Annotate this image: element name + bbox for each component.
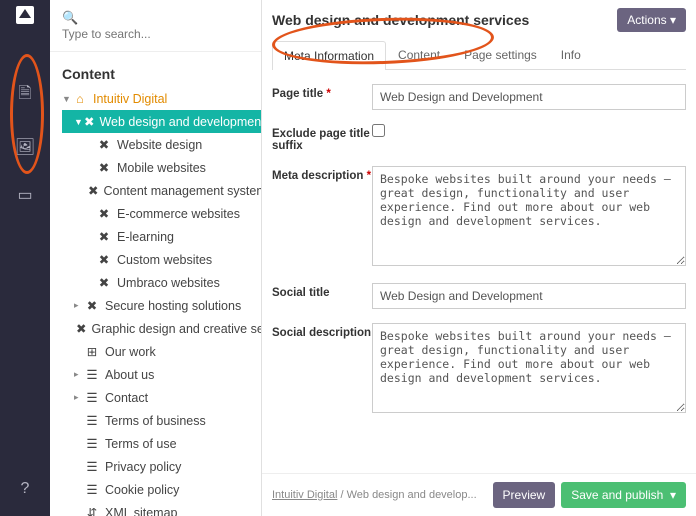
editor-pane: Web design and development services Acti… <box>262 0 696 516</box>
node-icon: ✖ <box>76 321 86 336</box>
form-area: Page title * Exclude page title suffix M… <box>262 70 696 473</box>
home-icon: ⌂ <box>72 92 88 106</box>
tree-node[interactable]: ⇵XML sitemap <box>62 501 261 516</box>
node-icon: ☰ <box>84 390 100 405</box>
tree-node[interactable]: ✖Website design <box>74 133 261 156</box>
help-icon[interactable]: ? <box>21 474 30 504</box>
left-sidebar: 🗎 🖼 ▭ ? <box>0 0 50 516</box>
node-icon: ✖ <box>84 298 100 313</box>
node-icon: ☰ <box>84 482 100 497</box>
exclude-suffix-label: Exclude page title suffix <box>272 124 372 152</box>
search-input[interactable] <box>62 27 249 41</box>
tree-node-selected[interactable]: ▼✖Web design and development services <box>62 110 261 133</box>
tree-root[interactable]: ▼⌂Intuitiv Digital <box>50 88 261 110</box>
tree-node[interactable]: ✖Mobile websites <box>74 156 261 179</box>
node-icon: ☰ <box>84 459 100 474</box>
tab-meta-information[interactable]: Meta Information <box>272 41 386 70</box>
tree-node[interactable]: ☰Privacy policy <box>62 455 261 478</box>
tools-icon: ✖ <box>88 183 98 198</box>
preview-button[interactable]: Preview <box>493 482 556 508</box>
exclude-suffix-checkbox[interactable] <box>372 124 385 137</box>
media-section-icon[interactable]: 🖼 <box>15 131 35 163</box>
tools-icon: ✖ <box>96 206 112 221</box>
social-description-textarea[interactable]: Bespoke websites built around your needs… <box>372 323 686 413</box>
breadcrumb-root[interactable]: Intuitiv Digital <box>272 489 337 501</box>
tab-content[interactable]: Content <box>386 40 452 69</box>
social-title-input[interactable] <box>372 283 686 309</box>
tab-info[interactable]: Info <box>549 40 593 69</box>
tree-node[interactable]: ✖Content management systems <box>74 179 261 202</box>
tree-node[interactable]: ☰Terms of use <box>62 432 261 455</box>
editor-footer: Intuitiv Digital / Web design and develo… <box>262 473 696 516</box>
save-publish-button[interactable]: Save and publish ▾ <box>561 482 686 508</box>
social-title-label: Social title <box>272 283 372 299</box>
tree-node[interactable]: ▸☰About us <box>62 363 261 386</box>
tree-node[interactable]: ✖Graphic design and creative services <box>62 317 261 340</box>
content-tree: ▼⌂Intuitiv Digital ▼✖Web design and deve… <box>50 88 261 516</box>
tree-node[interactable]: ✖E-learning <box>74 225 261 248</box>
tab-bar: Meta InformationContentPage settingsInfo <box>272 40 686 70</box>
node-icon: ⇵ <box>84 505 100 516</box>
page-title-input[interactable] <box>372 84 686 110</box>
node-icon: ☰ <box>84 367 100 382</box>
tree-node[interactable]: ☰Cookie policy <box>62 478 261 501</box>
node-icon: ⊞ <box>84 344 100 359</box>
meta-description-textarea[interactable]: Bespoke websites built around your needs… <box>372 166 686 266</box>
page-title-heading: Web design and development services <box>272 12 529 28</box>
content-section-icon[interactable]: 🗎 <box>19 76 32 115</box>
tools-icon: ✖ <box>96 160 112 175</box>
tree-heading: Content <box>50 52 261 88</box>
tree-node[interactable]: ✖Umbraco websites <box>74 271 261 294</box>
settings-section-icon[interactable]: ▭ <box>17 179 32 211</box>
node-icon: ☰ <box>84 413 100 428</box>
tools-icon: ✖ <box>96 252 112 267</box>
tree-node[interactable]: ✖Custom websites <box>74 248 261 271</box>
app-logo <box>16 6 34 24</box>
breadcrumb-current: Web design and develop... <box>347 489 477 501</box>
tools-icon: ✖ <box>96 275 112 290</box>
tab-page-settings[interactable]: Page settings <box>452 40 549 69</box>
tools-icon: ✖ <box>96 137 112 152</box>
tools-icon: ✖ <box>84 114 94 129</box>
tree-node[interactable]: ✖E-commerce websites <box>74 202 261 225</box>
search-icon: 🔍 <box>62 10 78 25</box>
tools-icon: ✖ <box>96 229 112 244</box>
content-tree-pane: 🔍 Content ▼⌂Intuitiv Digital ▼✖Web desig… <box>50 0 262 516</box>
page-title-label: Page title * <box>272 84 372 100</box>
actions-button[interactable]: Actions ▾ <box>617 8 686 32</box>
chevron-down-icon: ▾ <box>670 488 676 502</box>
tree-node[interactable]: ▸☰Contact <box>62 386 261 409</box>
tree-node[interactable]: ⊞Our work <box>62 340 261 363</box>
tree-node[interactable]: ▸✖Secure hosting solutions <box>62 294 261 317</box>
social-description-label: Social description <box>272 323 372 339</box>
meta-description-label: Meta description * <box>272 166 372 182</box>
breadcrumb: Intuitiv Digital / Web design and develo… <box>272 489 493 501</box>
tree-node[interactable]: ☰Terms of business <box>62 409 261 432</box>
node-icon: ☰ <box>84 436 100 451</box>
